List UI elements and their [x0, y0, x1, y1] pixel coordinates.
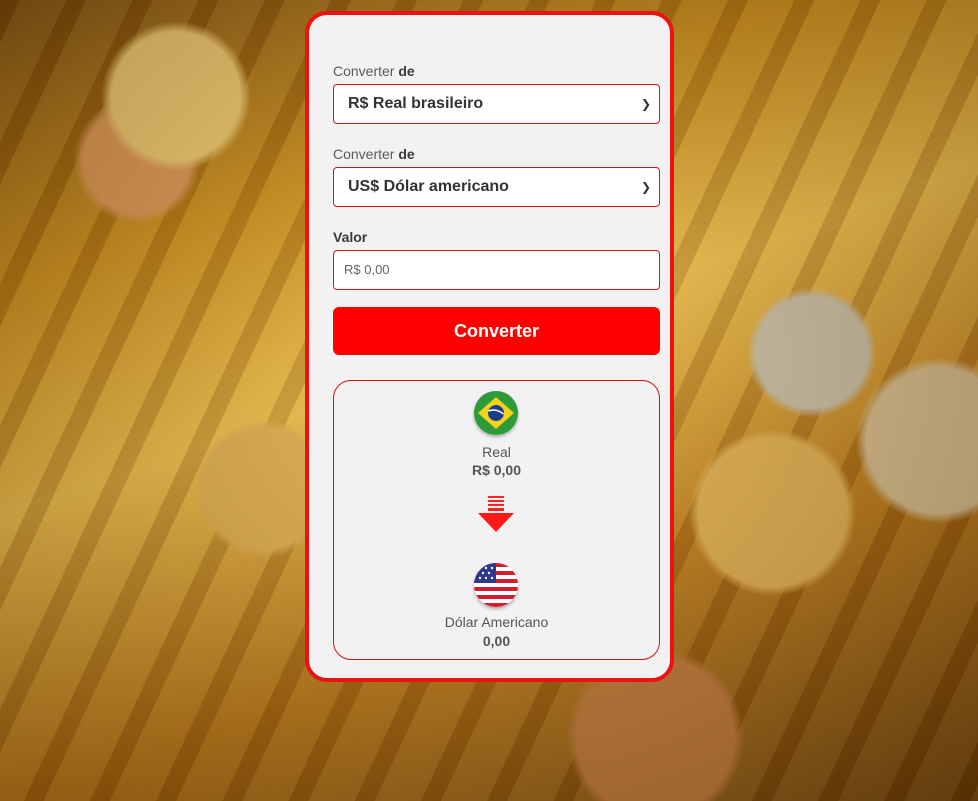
amount-label: Valor [333, 229, 367, 245]
brazil-flag-icon [474, 391, 518, 435]
to-label-bold: de [398, 146, 415, 162]
from-currency-value: R$ Real brasileiro [348, 95, 484, 112]
from-currency-label: Converter de [333, 63, 415, 79]
source-currency-name: Real [482, 444, 511, 460]
target-currency-value: 0,00 [482, 633, 511, 649]
amount-input[interactable]: R$ 0,00 [333, 250, 660, 290]
convert-button[interactable]: Converter [333, 307, 660, 355]
target-currency-name: Dólar Americano [444, 614, 549, 630]
to-currency-value: US$ Dólar americano [348, 178, 509, 195]
usa-flag-icon [474, 563, 518, 607]
amount-placeholder: R$ 0,00 [344, 262, 390, 277]
source-currency-value: R$ 0,00 [471, 462, 522, 478]
from-label-text: Converter [333, 63, 395, 79]
from-label-bold: de [398, 63, 415, 79]
from-currency-select[interactable]: R$ Real brasileiro ❯ [333, 84, 660, 124]
arrow-down-icon [478, 496, 514, 532]
conversion-result-panel: Real R$ 0,00 Dólar Americano 0,00 [333, 380, 660, 660]
chevron-down-icon: ❯ [640, 97, 651, 111]
to-label-text: Converter [333, 146, 395, 162]
to-currency-label: Converter de [333, 146, 415, 162]
to-currency-select[interactable]: US$ Dólar americano ❯ [333, 167, 660, 207]
chevron-down-icon: ❯ [640, 180, 651, 194]
converter-card: Converter de R$ Real brasileiro ❯ Conver… [305, 11, 674, 682]
amount-label-text: Valor [333, 229, 368, 245]
